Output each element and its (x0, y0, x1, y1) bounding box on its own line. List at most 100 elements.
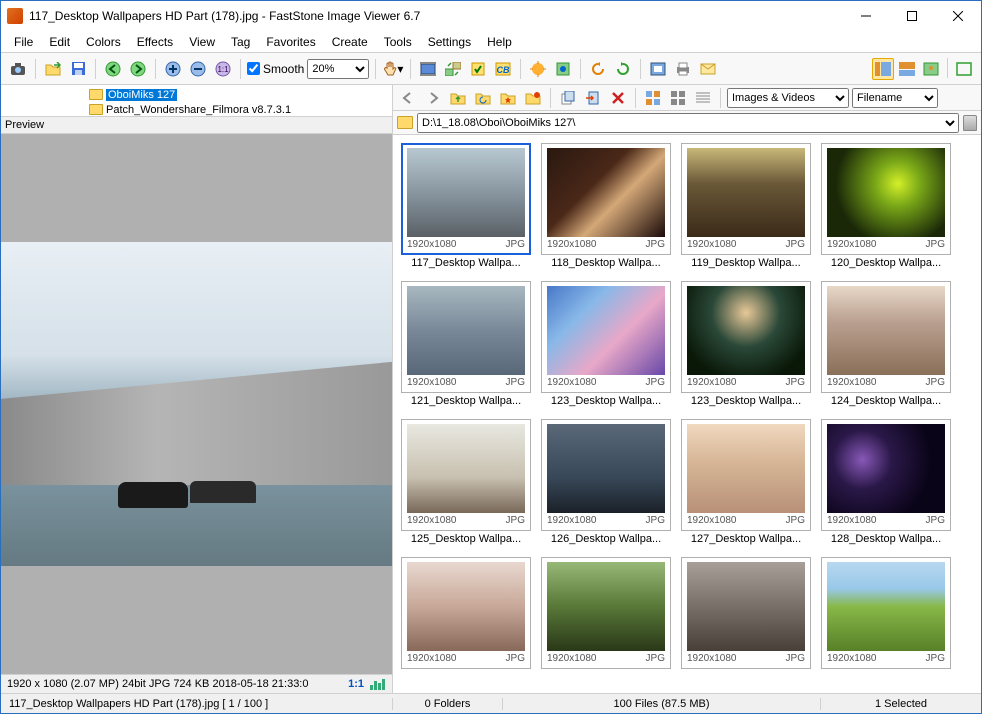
path-bar: D:\1_18.08\Oboi\OboiMiks 127\ (393, 111, 981, 135)
thumb-resolution: 1920x1080 (827, 239, 877, 250)
history-forward-icon[interactable] (422, 87, 444, 109)
thumb-ext: JPG (506, 653, 525, 664)
folder-fav-icon[interactable] (497, 87, 519, 109)
folder-refresh-icon[interactable] (472, 87, 494, 109)
thumbnail-image (547, 286, 665, 375)
thumbnail-item[interactable]: 1920x1080JPG128_Desktop Wallpa... (821, 419, 951, 545)
thumbnail-item[interactable]: 1920x1080JPG118_Desktop Wallpa... (541, 143, 671, 269)
rotate-left-icon[interactable] (587, 58, 609, 80)
preview-image (1, 242, 392, 566)
thumb-ext: JPG (506, 239, 525, 250)
hand-icon[interactable]: ▾ (382, 58, 404, 80)
thumbnail-item[interactable]: 1920x1080JPG126_Desktop Wallpa... (541, 419, 671, 545)
zoom-actual-icon[interactable]: 1:1 (212, 58, 234, 80)
menu-help[interactable]: Help (480, 33, 519, 51)
folder-up-icon[interactable] (447, 87, 469, 109)
filter-select[interactable]: Images & Videos (727, 88, 849, 108)
thumb-resolution: 1920x1080 (547, 653, 597, 664)
color-adjust-icon[interactable] (527, 58, 549, 80)
thumb-ext: JPG (646, 653, 665, 664)
zoom-out-icon[interactable] (187, 58, 209, 80)
thumb-resolution: 1920x1080 (547, 515, 597, 526)
menu-favorites[interactable]: Favorites (259, 33, 322, 51)
thumbnail-image (687, 148, 805, 237)
view-thumbnails-icon[interactable] (667, 87, 689, 109)
open-icon[interactable] (42, 58, 64, 80)
resize-icon[interactable] (552, 58, 574, 80)
move-to-icon[interactable] (582, 87, 604, 109)
view-thumb-browser-icon[interactable] (872, 58, 894, 80)
menu-colors[interactable]: Colors (79, 33, 128, 51)
select-all-icon[interactable] (642, 87, 664, 109)
thumb-ext: JPG (786, 515, 805, 526)
thumbnail-item[interactable]: 1920x1080JPG123_Desktop Wallpa... (681, 281, 811, 407)
thumbnail-item[interactable]: 1920x1080JPG127_Desktop Wallpa... (681, 419, 811, 545)
folder-new-icon[interactable] (522, 87, 544, 109)
menu-edit[interactable]: Edit (42, 33, 77, 51)
thumbnail-item[interactable]: 1920x1080JPG119_Desktop Wallpa... (681, 143, 811, 269)
thumb-resolution: 1920x1080 (547, 377, 597, 388)
nav-forward-icon[interactable] (127, 58, 149, 80)
thumbnail-item[interactable]: 1920x1080JPG121_Desktop Wallpa... (401, 281, 531, 407)
delete-icon[interactable] (607, 87, 629, 109)
save-icon[interactable] (67, 58, 89, 80)
thumbnail-item[interactable]: 1920x1080JPG125_Desktop Wallpa... (401, 419, 531, 545)
thumbnail-item[interactable]: 1920x1080JPG (681, 557, 811, 669)
thumb-ext: JPG (786, 653, 805, 664)
trash-icon[interactable] (963, 115, 977, 131)
thumbnail-item[interactable]: 1920x1080 JPG (541, 557, 671, 669)
tag-icon[interactable] (467, 58, 489, 80)
thumb-filename: 123_Desktop Wallpa... (681, 393, 811, 407)
view-details-icon[interactable] (692, 87, 714, 109)
preview-area[interactable] (1, 134, 392, 674)
thumbnail-image (407, 286, 525, 375)
close-button[interactable] (935, 1, 981, 31)
thumbnail-image (407, 148, 525, 237)
thumbnail-item[interactable]: 1920x1080JPG (821, 557, 951, 669)
history-back-icon[interactable] (397, 87, 419, 109)
thumb-resolution: 1920x1080 (407, 239, 457, 250)
thumb-resolution: 1920x1080 (687, 239, 737, 250)
email-icon[interactable] (697, 58, 719, 80)
view-thumb-preview-icon[interactable] (896, 58, 918, 80)
thumbnail-item[interactable]: 1920x1080JPG120_Desktop Wallpa... (821, 143, 951, 269)
thumbnail-grid[interactable]: 1920x1080JPG117_Desktop Wallpa...1920x10… (393, 135, 981, 693)
builder-icon[interactable]: CB (492, 58, 514, 80)
slideshow-icon[interactable] (417, 58, 439, 80)
histogram-icon[interactable] (370, 678, 386, 690)
rotate-right-icon[interactable] (612, 58, 634, 80)
menu-file[interactable]: File (7, 33, 40, 51)
zoom-ratio[interactable]: 1:1 (348, 678, 364, 690)
fullscreen-icon[interactable] (953, 58, 975, 80)
zoom-in-icon[interactable] (162, 58, 184, 80)
titlebar: 117_Desktop Wallpapers HD Part (178).jpg… (1, 1, 981, 31)
menu-settings[interactable]: Settings (421, 33, 478, 51)
maximize-button[interactable] (889, 1, 935, 31)
thumbnail-item[interactable]: 1920x1080JPG124_Desktop Wallpa... (821, 281, 951, 407)
sort-select[interactable]: Filename (852, 88, 938, 108)
preview-info-bar: 1920 x 1080 (2.07 MP) 24bit JPG 724 KB 2… (1, 674, 392, 693)
path-select[interactable]: D:\1_18.08\Oboi\OboiMiks 127\ (417, 113, 959, 133)
zoom-select[interactable]: 20% (307, 59, 369, 79)
smooth-checkbox[interactable]: Smooth (247, 62, 304, 76)
folder-tree[interactable]: OboiMiks 127 Patch_Wondershare_Filmora v… (1, 85, 392, 117)
menu-view[interactable]: View (182, 33, 222, 51)
thumbnail-item[interactable]: 1920x1080JPG (401, 557, 531, 669)
menu-tools[interactable]: Tools (377, 33, 419, 51)
menu-effects[interactable]: Effects (130, 33, 180, 51)
wallpaper-icon[interactable] (647, 58, 669, 80)
svg-text:CB: CB (497, 65, 510, 75)
copy-to-icon[interactable] (557, 87, 579, 109)
menu-create[interactable]: Create (325, 33, 375, 51)
minimize-button[interactable] (843, 1, 889, 31)
thumbnail-item[interactable]: 1920x1080JPG117_Desktop Wallpa... (401, 143, 531, 269)
print-icon[interactable] (672, 58, 694, 80)
thumb-filename: 119_Desktop Wallpa... (681, 255, 811, 269)
thumbnail-image (827, 286, 945, 375)
compare-icon[interactable] (442, 58, 464, 80)
menu-tag[interactable]: Tag (224, 33, 257, 51)
nav-back-icon[interactable] (102, 58, 124, 80)
thumbnail-item[interactable]: 1920x1080JPG123_Desktop Wallpa... (541, 281, 671, 407)
acquire-icon[interactable] (7, 58, 29, 80)
view-image-only-icon[interactable] (920, 58, 942, 80)
